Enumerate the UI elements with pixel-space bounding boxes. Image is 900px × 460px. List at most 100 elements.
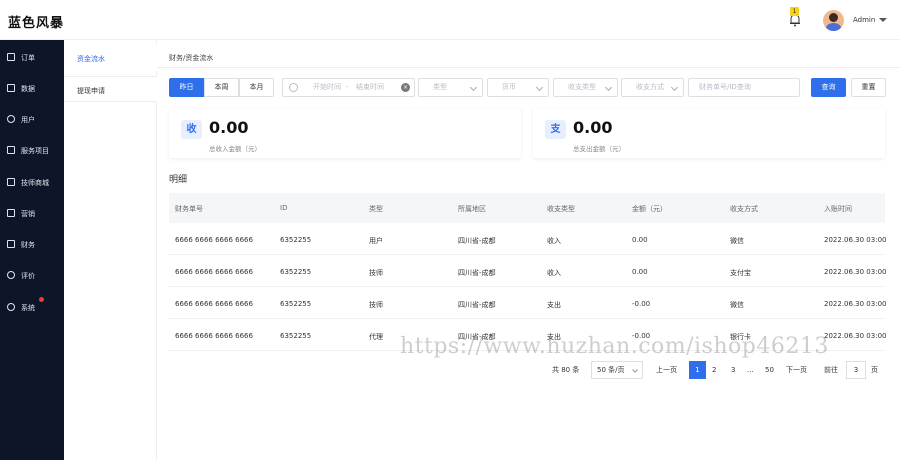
- cell-type: 技师: [369, 301, 383, 309]
- cell-method: 微信: [730, 301, 744, 309]
- cell-id: 6352255: [280, 332, 312, 340]
- type-select[interactable]: 类型: [418, 78, 483, 97]
- sidebar-item-label: 数据: [21, 85, 35, 93]
- cell-amount: -0.00: [632, 300, 651, 308]
- sidebar-item-label: 技师商城: [21, 179, 49, 187]
- cell-amount: 0.00: [632, 268, 648, 276]
- income-caption: 总收入金额（元）: [209, 145, 261, 153]
- divider: [157, 67, 900, 68]
- type-select-placeholder: 类型: [433, 83, 447, 91]
- income-summary-card: 收 0.00 总收入金额（元）: [169, 108, 521, 158]
- search-button[interactable]: 查询: [811, 78, 846, 97]
- column-header: ID: [280, 204, 288, 212]
- cell-id: 6352255: [280, 300, 312, 308]
- flow-type-select[interactable]: 收支类型: [553, 78, 618, 97]
- avatar[interactable]: [823, 10, 844, 31]
- table-row: 6666 6666 6666 6666 6352255 用户 四川省-成都 收入…: [169, 223, 887, 255]
- sidebar-item-finance[interactable]: 财务: [0, 232, 64, 256]
- table-row: 6666 6666 6666 6666 6352255 技师 四川省-成都 支出…: [169, 287, 886, 319]
- prev-page-button[interactable]: 上一页: [656, 361, 677, 379]
- income-badge: 收: [181, 120, 202, 139]
- breadcrumb: 财务/资金流水: [169, 54, 214, 62]
- expense-summary-card: 支 0.00 总支出金额（元）: [533, 108, 885, 158]
- page-3-button[interactable]: 3: [731, 361, 735, 379]
- cell-time: 2022.06.30 03:00: [824, 268, 887, 276]
- grid-icon: [7, 178, 15, 186]
- period-week-button[interactable]: 本周: [204, 78, 239, 97]
- sidebar-item-label: 系统: [21, 304, 35, 312]
- pagination-total: 共 80 条: [552, 366, 580, 374]
- cell-time: 2022.06.30 03:00: [824, 236, 887, 244]
- page-size-select[interactable]: 50 条/页: [591, 361, 643, 379]
- cart-icon: [7, 209, 15, 217]
- section-title: 明细: [169, 175, 188, 185]
- sidebar-item-data[interactable]: 数据: [0, 76, 64, 100]
- expense-badge: 支: [545, 120, 566, 139]
- chevron-down-icon: [604, 83, 613, 92]
- bar-chart-icon: [7, 240, 15, 248]
- column-header: 所属地区: [458, 205, 486, 213]
- cell-region: 四川省-成都: [458, 269, 496, 277]
- clear-icon[interactable]: ×: [401, 83, 410, 92]
- sidebar-item-label: 订单: [21, 54, 35, 62]
- sidebar-item-marketing[interactable]: 营销: [0, 201, 64, 225]
- system-alert-dot: [39, 297, 44, 302]
- chevron-down-icon: [632, 367, 638, 373]
- user-icon: [7, 115, 15, 123]
- cell-type: 技师: [369, 269, 383, 277]
- sidebar-item-reviews[interactable]: 评价: [0, 263, 64, 287]
- cell-region: 四川省-成都: [458, 301, 496, 309]
- flow-type-placeholder: 收支类型: [568, 83, 596, 91]
- sidebar-item-label: 用户: [21, 116, 35, 124]
- sidebar-item-tech-mall[interactable]: 技师商城: [0, 170, 64, 194]
- reset-button[interactable]: 重置: [851, 78, 886, 97]
- subnav-item-withdraw[interactable]: 提现申请: [64, 76, 157, 102]
- cell-amount: 0.00: [632, 236, 648, 244]
- period-month-button[interactable]: 本月: [239, 78, 274, 97]
- cell-flow-type: 收入: [547, 237, 561, 245]
- cell-order-no: 6666 6666 6666 6666: [175, 236, 253, 244]
- user-name[interactable]: Admin: [853, 16, 875, 24]
- column-header: 收支方式: [730, 205, 758, 213]
- date-range-picker[interactable]: 开始时间 - 结束时间 ×: [282, 78, 415, 97]
- page-ellipsis: ...: [747, 366, 754, 374]
- sidebar-item-orders[interactable]: 订单: [0, 45, 64, 69]
- currency-select[interactable]: 货币: [487, 78, 549, 97]
- cell-type: 代理: [369, 333, 383, 341]
- method-select[interactable]: 收支方式: [621, 78, 684, 97]
- cell-type: 用户: [369, 237, 383, 245]
- column-header: 类型: [369, 205, 383, 213]
- monitor-icon: [7, 84, 15, 92]
- cell-flow-type: 支出: [547, 301, 561, 309]
- expense-amount: 0.00: [573, 118, 613, 137]
- page-size-value: 50 条/页: [597, 366, 625, 374]
- search-input[interactable]: 财务单号/ID查询: [688, 78, 800, 97]
- sidebar-item-users[interactable]: 用户: [0, 107, 64, 131]
- watermark: https://www.huzhan.com/ishop46213: [400, 334, 829, 359]
- page-2-button[interactable]: 2: [712, 361, 716, 379]
- notification-badge: 1: [790, 7, 799, 16]
- column-header: 金额（元）: [632, 205, 667, 213]
- period-yesterday-button[interactable]: 昨日: [169, 78, 204, 97]
- sidebar-item-services[interactable]: 服务项目: [0, 138, 64, 162]
- cell-order-no: 6666 6666 6666 6666: [175, 300, 253, 308]
- chevron-down-icon[interactable]: [879, 18, 887, 22]
- sidebar-item-label: 评价: [21, 272, 35, 280]
- end-date-placeholder: 结束时间: [356, 83, 384, 91]
- income-amount: 0.00: [209, 118, 249, 137]
- cell-id: 6352255: [280, 236, 312, 244]
- page-50-button[interactable]: 50: [765, 361, 774, 379]
- goto-page-input[interactable]: 3: [846, 361, 866, 379]
- doc-icon: [7, 53, 15, 61]
- cell-region: 四川省-成都: [458, 237, 496, 245]
- column-header: 收支类型: [547, 205, 575, 213]
- cell-order-no: 6666 6666 6666 6666: [175, 332, 253, 340]
- next-page-button[interactable]: 下一页: [786, 361, 807, 379]
- expense-caption: 总支出金额（元）: [573, 145, 625, 153]
- subnav-item-fund-flow[interactable]: 资金流水: [64, 45, 157, 71]
- cell-method: 微信: [730, 237, 744, 245]
- cell-time: 2022.06.30 03:00: [824, 332, 887, 340]
- page-1-button[interactable]: 1: [689, 361, 706, 379]
- sidebar-item-system[interactable]: 系统: [0, 295, 64, 319]
- goto-label: 前往: [824, 366, 838, 374]
